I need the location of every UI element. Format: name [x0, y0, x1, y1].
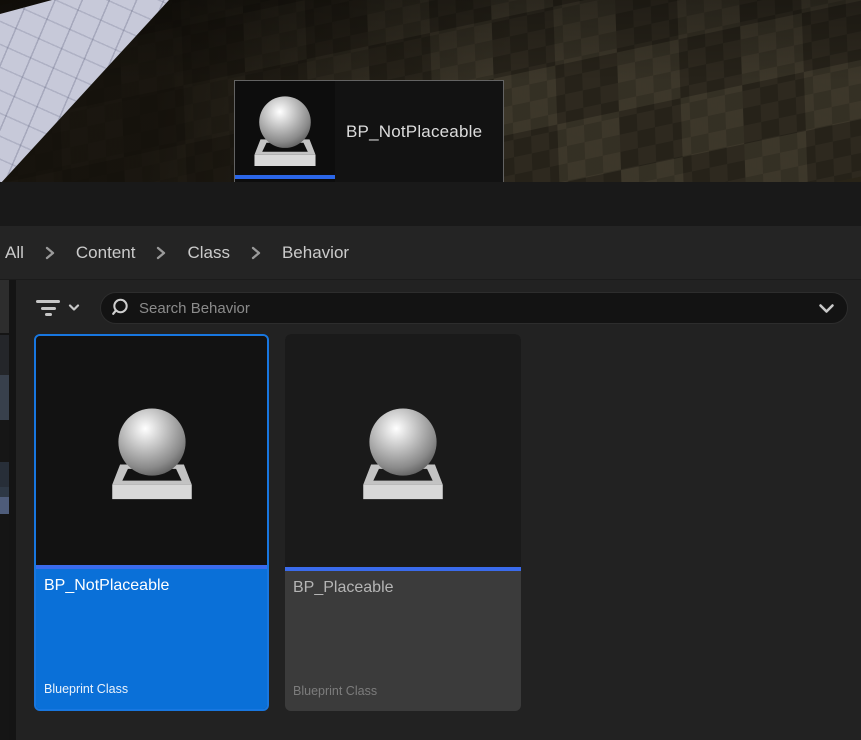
asset-type-label: Blueprint Class — [293, 684, 513, 698]
search-input[interactable] — [137, 299, 811, 318]
breadcrumb-item-behavior[interactable]: Behavior — [282, 243, 349, 263]
breadcrumb-item-all[interactable]: All — [5, 243, 24, 263]
asset-tile-bp-placeable[interactable]: BP_Placeable Blueprint Class — [285, 334, 521, 711]
chevron-right-icon — [156, 246, 166, 260]
breadcrumb-item-content[interactable]: Content — [76, 243, 136, 263]
drag-asset-name: BP_NotPlaceable — [335, 81, 503, 182]
search-bar[interactable] — [100, 292, 848, 324]
asset-tile-footer: BP_Placeable Blueprint Class — [285, 571, 521, 711]
left-panel-row[interactable] — [0, 280, 9, 333]
drag-preview-tooltip: BP_NotPlaceable — [234, 80, 504, 182]
asset-type-color-bar — [235, 175, 335, 179]
asset-thumbnail — [36, 336, 267, 565]
blueprint-sphere-icon — [242, 86, 328, 172]
blueprint-sphere-icon — [347, 395, 459, 507]
left-panel-row[interactable] — [0, 375, 9, 420]
chevron-right-icon — [45, 246, 55, 260]
breadcrumb: All Content Class Behavior — [0, 226, 861, 280]
chevron-down-icon — [68, 304, 80, 312]
breadcrumb-item-class[interactable]: Class — [187, 243, 230, 263]
chevron-down-icon[interactable] — [818, 303, 835, 314]
asset-tile-bp-notplaceable[interactable]: BP_NotPlaceable Blueprint Class — [34, 334, 269, 711]
search-icon — [110, 298, 130, 318]
left-panel-row-selected[interactable] — [0, 497, 9, 514]
asset-tile-footer: BP_NotPlaceable Blueprint Class — [36, 569, 267, 709]
asset-name: BP_NotPlaceable — [44, 577, 259, 595]
level-viewport[interactable]: BP_NotPlaceable — [0, 0, 861, 182]
asset-thumbnail — [285, 334, 521, 567]
left-panel-row[interactable] — [0, 462, 9, 487]
left-panel-row[interactable] — [0, 487, 9, 497]
asset-type-label: Blueprint Class — [44, 682, 259, 696]
left-panel-row[interactable] — [0, 335, 9, 375]
chevron-right-icon — [251, 246, 261, 260]
filter-funnel-icon — [36, 300, 60, 316]
blueprint-sphere-icon — [96, 395, 208, 507]
panel-gap-band — [0, 182, 861, 226]
left-panel-row[interactable] — [0, 420, 9, 462]
left-panel-edge — [0, 280, 9, 740]
content-browser: BP_NotPlaceable Blueprint Class BP_Place… — [0, 280, 861, 740]
drag-asset-thumbnail — [235, 81, 335, 182]
filter-button[interactable] — [36, 293, 80, 323]
asset-name: BP_Placeable — [293, 579, 513, 597]
panel-splitter[interactable] — [9, 280, 16, 740]
unreal-editor-screen: BP_NotPlaceable All Content Class Behavi… — [0, 0, 861, 740]
